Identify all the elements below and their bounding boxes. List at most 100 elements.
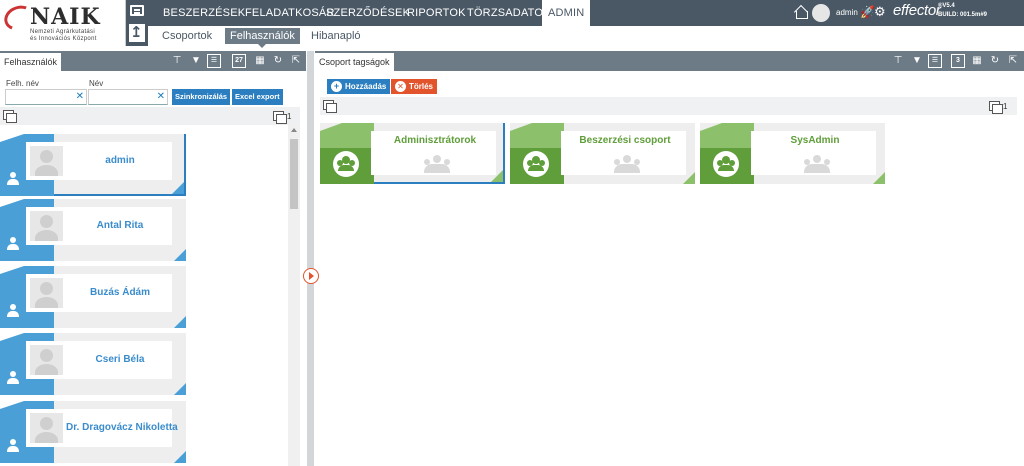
scrollbar-thumb[interactable] [290, 139, 298, 209]
group-members-placeholder-icon [800, 155, 834, 173]
brand-build: BUILD: 001.5m#9 [938, 12, 988, 18]
group-card-sysadmin[interactable]: SysAdmin [700, 123, 885, 184]
card-corner-icon [174, 249, 186, 261]
group-card-adminisztratorok[interactable]: Adminisztrátorok [320, 123, 505, 184]
main-nav: BESZERZÉSEK FELADATKOSÁR SZERZŐDÉSEK RIP… [148, 0, 1024, 26]
delete-button[interactable]: ✕ Törlés [391, 79, 438, 94]
username-filter-label: Felh. név [6, 79, 39, 88]
group-name[interactable]: SysAdmin [754, 135, 876, 146]
filter-clear-icon[interactable]: ⊤ [891, 54, 905, 68]
selected-count-value: 1 [287, 112, 292, 121]
group-members-placeholder-icon [610, 155, 644, 173]
group-name[interactable]: Adminisztrátorok [374, 135, 496, 146]
card-corner-icon [174, 451, 186, 463]
logo-title: NAIK [30, 4, 101, 30]
select-all-icon[interactable] [3, 110, 17, 123]
card-corner-icon [172, 182, 184, 194]
user-name[interactable]: Cseri Béla [66, 345, 174, 375]
selected-count: 1 [273, 111, 292, 124]
clear-name-icon[interactable]: ✕ [157, 90, 165, 104]
filter-icon[interactable]: ▼ [189, 54, 203, 68]
user-name[interactable]: admin [66, 146, 174, 176]
open-external-icon[interactable]: ⇱ [289, 54, 303, 68]
top-bar: NAIK Nemzeti Agrárkutatási és Innovációs… [0, 0, 1024, 48]
sync-button[interactable]: Szinkronizálás [172, 89, 231, 105]
delete-x-icon: ✕ [395, 81, 406, 92]
user-name[interactable]: Antal Rita [66, 211, 174, 241]
group-members-placeholder-icon [420, 155, 454, 173]
tab-hibanaplo[interactable]: Hibanapló [306, 28, 366, 44]
user-photo [30, 278, 63, 308]
group-panel-header: Csoport tagságok ⊤ ▼ ☰ 3 ▦ ↻ ⇱ [315, 51, 1024, 71]
user-icon [7, 371, 19, 385]
user-photo [30, 211, 63, 241]
filter-list-icon[interactable]: ☰ [928, 54, 942, 68]
group-icon [713, 151, 739, 177]
user-name[interactable]: Buzás Ádám [66, 278, 174, 308]
name-filter-label: Név [89, 79, 104, 88]
user-photo [30, 345, 63, 375]
logo-subtitle-1: Nemzeti Agrárkutatási [30, 29, 95, 35]
menu-window-icon[interactable] [130, 5, 144, 16]
excel-export-button[interactable]: Excel export [232, 89, 283, 105]
filter-icon[interactable]: ▼ [910, 54, 924, 68]
card-corner-icon [491, 170, 503, 182]
home-icon[interactable] [795, 6, 808, 19]
group-card-beszerzesi-csoport[interactable]: Beszerzési csoport [510, 123, 695, 184]
name-filter-input[interactable]: ✕ [88, 89, 168, 105]
group-icon [523, 151, 549, 177]
user-card-cseri-bela[interactable]: Cseri Béla [0, 333, 186, 395]
group-name[interactable]: Beszerzési csoport [564, 135, 686, 146]
user-card-admin[interactable]: admin [0, 134, 186, 196]
card-corner-icon [174, 383, 186, 395]
filter-list-icon[interactable]: ☰ [207, 54, 221, 68]
selected-count-icon [273, 111, 287, 124]
refresh-icon[interactable]: ↻ [988, 54, 1002, 68]
delete-button-label[interactable]: Törlés [409, 82, 433, 91]
refresh-icon[interactable]: ↻ [271, 54, 285, 68]
users-list-toolbar: 1 [0, 107, 300, 125]
add-button-label[interactable]: Hozzáadás [345, 82, 386, 91]
calendar-icon[interactable]: 3 [951, 54, 965, 68]
nav-item-beszerzesek[interactable]: BESZERZÉSEK [157, 0, 251, 26]
nav-item-admin[interactable]: ADMIN [542, 0, 591, 26]
user-icon [7, 172, 19, 186]
logo[interactable]: NAIK Nemzeti Agrárkutatási és Innovációs… [0, 0, 126, 46]
group-list-toolbar: 1 [320, 97, 1017, 115]
users-panel-tab[interactable]: Felhasználók [0, 53, 62, 71]
calendar-icon[interactable]: 27 [232, 54, 246, 68]
user-card-antal-rita[interactable]: Antal Rita [0, 199, 186, 261]
selected-count-value: 1 [1003, 102, 1008, 111]
username[interactable]: admin [836, 0, 858, 26]
user-name[interactable]: Dr. Dragovácz Nikoletta [66, 413, 178, 443]
user-card-dragovacz-nikoletta[interactable]: Dr. Dragovácz Nikoletta [0, 401, 186, 463]
user-photo [30, 146, 63, 176]
card-corner-icon [683, 172, 695, 184]
rocket-icon[interactable]: 🚀 [860, 5, 875, 19]
user-card-buzas-adam[interactable]: Buzás Ádám [0, 266, 186, 328]
grid-icon[interactable]: ▦ [253, 54, 267, 68]
sidebar-toggle[interactable] [126, 0, 148, 46]
user-icon [7, 237, 19, 251]
user-icon [7, 439, 19, 453]
brand-logo: effector [893, 2, 941, 19]
group-icon [333, 151, 359, 177]
username-filter-input[interactable]: ✕ [5, 89, 87, 105]
gear-icon[interactable]: ⚙ [874, 5, 888, 19]
grid-icon[interactable]: ▦ [970, 54, 984, 68]
filter-clear-icon[interactable]: ⊤ [170, 54, 184, 68]
open-external-icon[interactable]: ⇱ [1006, 54, 1020, 68]
scroll-up-icon[interactable] [291, 128, 297, 132]
user-list-scrollbar[interactable] [288, 125, 300, 466]
panel-splitter[interactable] [307, 51, 314, 466]
avatar[interactable] [812, 4, 830, 22]
group-panel-tab[interactable]: Csoport tagságok [315, 53, 394, 71]
clear-username-icon[interactable]: ✕ [76, 90, 84, 104]
logo-subtitle-2: és Innovációs Központ [30, 36, 97, 42]
collapse-up-icon[interactable] [129, 23, 145, 42]
add-button[interactable]: + Hozzáadás [327, 79, 391, 94]
tab-csoportok[interactable]: Csoportok [157, 28, 217, 44]
selected-count: 1 [989, 101, 1008, 114]
select-all-icon[interactable] [323, 100, 337, 113]
tab-felhasznalok[interactable]: Felhasználók [225, 28, 300, 48]
